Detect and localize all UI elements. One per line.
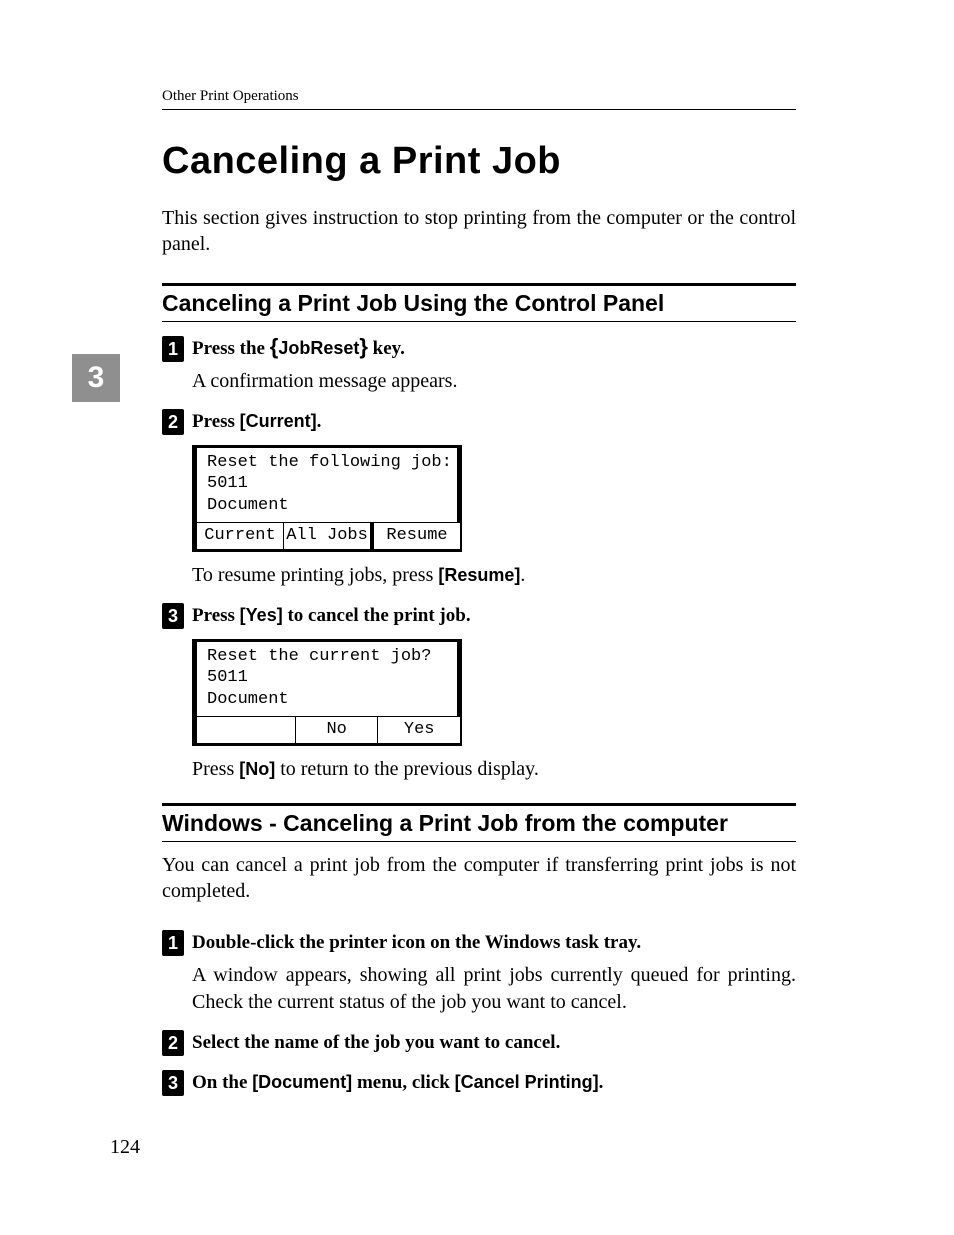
lcd-panel: Reset the current job? 5011 Document No … bbox=[192, 639, 462, 746]
step-text: Press bbox=[192, 605, 240, 626]
step-heading: 2 Press [Current]. bbox=[162, 409, 796, 435]
step: 2 Press [Current]. Reset the following j… bbox=[162, 409, 796, 589]
step-text: Select the name of the job you want to c… bbox=[192, 1032, 560, 1054]
step: 3 On the [Document] menu, click [Cancel … bbox=[162, 1070, 796, 1096]
step-number-badge: 2 bbox=[162, 409, 184, 435]
chapter-tab: 3 bbox=[72, 354, 120, 402]
ui-button-ref: [Current] bbox=[240, 411, 317, 431]
text: . bbox=[520, 564, 525, 586]
step-text: Press the bbox=[192, 338, 270, 359]
rule bbox=[162, 803, 796, 806]
lcd-button-current[interactable]: Current bbox=[197, 523, 283, 549]
text: To resume printing jobs, press bbox=[192, 564, 438, 586]
step-text: . bbox=[599, 1072, 604, 1093]
page-number: 124 bbox=[110, 1136, 140, 1159]
ui-button-ref: [Resume] bbox=[438, 565, 520, 585]
step-number-badge: 3 bbox=[162, 1070, 184, 1096]
step: 1 Press the {JobReset} key. A confirmati… bbox=[162, 336, 796, 395]
step: 1 Double-click the printer icon on the W… bbox=[162, 930, 796, 1016]
lcd-button-all-jobs[interactable]: All Jobs bbox=[283, 523, 373, 549]
step-text: to cancel the print job. bbox=[283, 605, 471, 626]
ui-button-ref: [No] bbox=[239, 759, 275, 779]
step-body: To resume printing jobs, press [Resume]. bbox=[192, 562, 796, 589]
step: 3 Press [Yes] to cancel the print job. R… bbox=[162, 603, 796, 783]
step-number-badge: 1 bbox=[162, 930, 184, 956]
step-number-badge: 1 bbox=[162, 336, 184, 362]
lcd-button-resume[interactable]: Resume bbox=[373, 523, 460, 549]
lcd-button-yes[interactable]: Yes bbox=[377, 717, 460, 743]
lcd-button-row: Current All Jobs Resume bbox=[193, 522, 461, 551]
step-number-badge: 3 bbox=[162, 603, 184, 629]
intro-paragraph: This section gives instruction to stop p… bbox=[162, 205, 796, 257]
step-heading: 2 Select the name of the job you want to… bbox=[162, 1030, 796, 1056]
lcd-text: Reset the following job: 5011 Document bbox=[193, 446, 461, 522]
step-text: menu, click bbox=[352, 1072, 454, 1093]
key-name: JobReset bbox=[278, 338, 359, 358]
manual-page: 3 Other Print Operations Canceling a Pri… bbox=[0, 0, 954, 1235]
section-intro: You can cancel a print job from the comp… bbox=[162, 852, 796, 904]
step-text: Double-click the printer icon on the Win… bbox=[192, 932, 641, 954]
ui-menu-ref: [Document] bbox=[252, 1072, 352, 1092]
section-heading: Canceling a Print Job Using the Control … bbox=[162, 290, 796, 317]
rule bbox=[162, 321, 796, 322]
step-text: . bbox=[317, 411, 322, 432]
lcd-spacer bbox=[197, 717, 295, 743]
rule bbox=[162, 283, 796, 286]
step-heading: 3 On the [Document] menu, click [Cancel … bbox=[162, 1070, 796, 1096]
step-text: Press bbox=[192, 411, 240, 432]
running-head: Other Print Operations bbox=[162, 88, 796, 110]
step-number-badge: 2 bbox=[162, 1030, 184, 1056]
step-text: On the bbox=[192, 1072, 252, 1093]
step-heading: 3 Press [Yes] to cancel the print job. bbox=[162, 603, 796, 629]
lcd-button-row: No Yes bbox=[193, 716, 461, 745]
step-body: A confirmation message appears. bbox=[192, 368, 796, 395]
step: 2 Select the name of the job you want to… bbox=[162, 1030, 796, 1056]
text: Press bbox=[192, 758, 239, 780]
rule bbox=[162, 841, 796, 842]
step-body: A window appears, showing all print jobs… bbox=[192, 962, 796, 1016]
step-text: key. bbox=[368, 338, 405, 359]
step-body: Press [No] to return to the previous dis… bbox=[192, 756, 796, 783]
ui-button-ref: [Yes] bbox=[240, 605, 283, 625]
page-title: Canceling a Print Job bbox=[162, 140, 796, 183]
ui-menu-ref: [Cancel Printing] bbox=[455, 1072, 599, 1092]
section-heading: Windows - Canceling a Print Job from the… bbox=[162, 810, 796, 837]
step-heading: 1 Double-click the printer icon on the W… bbox=[162, 930, 796, 956]
lcd-button-no[interactable]: No bbox=[295, 717, 378, 743]
lcd-panel: Reset the following job: 5011 Document C… bbox=[192, 445, 462, 552]
text: to return to the previous display. bbox=[275, 758, 539, 780]
step-heading: 1 Press the {JobReset} key. bbox=[162, 336, 796, 362]
lcd-text: Reset the current job? 5011 Document bbox=[193, 640, 461, 716]
